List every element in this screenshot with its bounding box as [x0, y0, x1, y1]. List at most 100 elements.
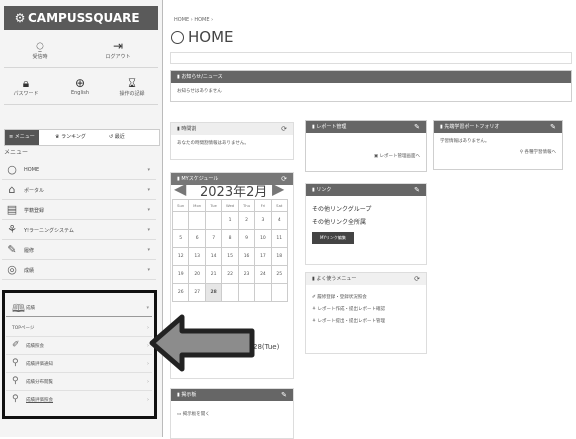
calendar-day[interactable]: 18 — [270, 247, 289, 266]
chevron-down-icon: ▾ — [147, 207, 150, 213]
logout-icon: ⇥ — [112, 39, 124, 53]
favorites-panel-title: よく使うメニュー — [316, 276, 357, 282]
nav-item-label: 成績 — [24, 268, 35, 274]
calendar-day[interactable]: 21 — [204, 265, 223, 284]
calendar-day[interactable]: 4 — [270, 211, 289, 230]
calendar-week: 26 27 28 — [171, 283, 289, 302]
calendar-day[interactable] — [221, 283, 239, 302]
calendar-day[interactable]: 2 — [237, 211, 256, 230]
calendar-day[interactable]: 12 — [171, 247, 190, 266]
nav-item-course[interactable]: ✎ 履修 ▾ — [2, 242, 156, 260]
learning-system-icon: ⚘ — [7, 223, 17, 236]
next-month-arrow-icon[interactable]: ▶ — [272, 179, 284, 198]
calendar-day[interactable]: 3 — [254, 211, 272, 230]
notice-panel-body: ▭ 掲示板を開く — [171, 401, 293, 422]
edit-icon[interactable]: ✎ — [281, 389, 287, 401]
favorite-item-label: 履修登録・登録状況照会 — [317, 295, 367, 300]
edit-icon[interactable]: ✎ — [414, 184, 420, 196]
sidebar: ⚙ CAMPUSSQUARE ⍜ 受信時 ⇥ ログアウト 🔒︎ パスワード ⊕ E… — [0, 0, 163, 437]
calendar-day[interactable]: 10 — [254, 229, 272, 248]
favorite-item[interactable]: ✐ 履修登録・登録状況照会 — [312, 294, 420, 300]
calendar-day[interactable]: 16 — [237, 247, 256, 266]
timetable-panel-body: あなたの時間割情報はありません。 — [177, 141, 249, 146]
calendar-day[interactable]: 8 — [221, 229, 239, 248]
calendar-day[interactable]: 19 — [171, 265, 190, 284]
calendar-day[interactable]: 24 — [254, 265, 272, 284]
calendar-day[interactable]: 23 — [237, 265, 256, 284]
history-button[interactable]: ⌛︎ 操作の記録 — [112, 77, 152, 98]
menu-tab-bar: ≡ メニュー ♛ ランキング ↺ 最近 — [4, 129, 160, 146]
calendar-day[interactable]: 7 — [204, 229, 223, 248]
notice-link[interactable]: 掲示板を開く — [183, 412, 210, 417]
calendar-day[interactable]: 13 — [188, 247, 206, 266]
timetable-panel-title: 時間割 — [181, 126, 197, 132]
calendar-day[interactable]: 25 — [270, 265, 289, 284]
weekday: Wed — [221, 199, 239, 212]
link-item[interactable]: その他リンク全所属 — [312, 217, 420, 226]
calendar-day[interactable] — [237, 283, 256, 302]
english-button[interactable]: ⊕ English — [62, 77, 98, 97]
edit-icon[interactable]: ✎ — [550, 121, 556, 133]
calendar-day[interactable]: 1 — [221, 211, 239, 230]
menu-heading: メニュー — [4, 149, 29, 156]
calendar-day[interactable] — [171, 211, 190, 230]
calendar-day[interactable]: 15 — [221, 247, 239, 266]
calendar-day[interactable] — [188, 211, 206, 230]
calendar-day[interactable]: 14 — [204, 247, 223, 266]
favorite-item-label: レポート提出・提出レポート管理 — [317, 319, 385, 324]
lock-icon: 🔒︎ — [22, 76, 30, 90]
calendar-day[interactable]: 9 — [237, 229, 256, 248]
calendar-day[interactable]: 11 — [270, 229, 289, 248]
calendar-day[interactable]: 28 — [204, 283, 223, 302]
calendar-day[interactable]: 27 — [188, 283, 206, 302]
report-link[interactable]: レポート管理画面へ — [380, 154, 421, 159]
tab-recent[interactable]: ↺ 最近 — [109, 130, 125, 145]
portfolio-panel-title: 先端学習ポートフォリオ — [444, 124, 500, 130]
divider — [4, 104, 158, 105]
pencil-icon: ✐ — [312, 295, 316, 300]
links-panel-header: ▮ リンク ✎ — [306, 184, 426, 196]
calendar-week: 1 2 3 4 — [171, 211, 289, 230]
edit-icon: ✎ — [7, 243, 17, 256]
tab-menu[interactable]: ≡ メニュー — [5, 130, 39, 145]
chevron-down-icon: ▾ — [147, 227, 150, 233]
edit-links-button[interactable]: MYリンク編集 — [312, 232, 354, 244]
calendar-day[interactable] — [270, 283, 289, 302]
nav-item-register[interactable]: ▤ 学籍登録 ▾ — [2, 202, 156, 220]
links-panel: ▮ リンク ✎ その他リンクグループ その他リンク全所属 MYリンク編集 — [305, 183, 427, 265]
calendar-day[interactable]: 20 — [188, 265, 206, 284]
calendar-day[interactable] — [254, 283, 272, 302]
edit-icon[interactable]: ✎ — [414, 121, 420, 133]
previous-month-arrow-icon[interactable]: ◀ — [174, 179, 186, 198]
portal-icon: ⌂ — [8, 183, 16, 196]
nav-item-label: Y!ラーニングシステム — [24, 228, 74, 234]
portfolio-link[interactable]: 各種学習情報へ — [525, 150, 557, 155]
logout-button[interactable]: ⇥ ログアウト — [98, 39, 138, 61]
nav-item-grade[interactable]: ◎ 成績 ▾ — [2, 262, 156, 280]
app-logo[interactable]: ⚙ CAMPUSSQUARE — [4, 6, 158, 30]
links-panel-body: その他リンクグループ その他リンク全所属 MYリンク編集 — [306, 196, 426, 249]
calendar-day[interactable]: 5 — [171, 229, 190, 248]
calendar-day[interactable] — [204, 211, 223, 230]
nav-item-portal[interactable]: ⌂ ポータル ▾ — [2, 182, 156, 200]
favorite-item[interactable]: ⚘ レポート作成・提出レポート確認 — [312, 306, 420, 312]
refresh-icon[interactable]: ⟳ — [281, 123, 287, 135]
favorite-item[interactable]: ⚘ レポート提出・提出レポート管理 — [312, 318, 420, 324]
weekday: Sat — [270, 199, 289, 212]
nav-item-home[interactable]: ○ HOME ▾ — [2, 162, 156, 180]
learning-system-icon: ⚘ — [312, 307, 317, 312]
portfolio-panel-body: 学習情報はありません。 — [440, 139, 490, 144]
calendar-day[interactable]: 22 — [221, 265, 239, 284]
tab-ranking[interactable]: ♛ ランキング — [55, 130, 86, 145]
user-button[interactable]: ⍜ 受信時 — [20, 40, 60, 61]
nav-item-learning-system[interactable]: ⚘ Y!ラーニングシステム ▾ — [2, 222, 156, 240]
calendar-day[interactable]: 17 — [254, 247, 272, 266]
calendar-day[interactable]: 26 — [171, 283, 190, 302]
english-label: English — [70, 90, 90, 96]
link-item[interactable]: その他リンクグループ — [312, 204, 420, 213]
circle-icon — [171, 31, 184, 44]
calendar-day[interactable]: 6 — [188, 229, 206, 248]
calendar-month: 2023年2月 — [200, 185, 268, 200]
refresh-icon[interactable]: ⟳ — [414, 273, 420, 285]
password-button[interactable]: 🔒︎ パスワード — [8, 76, 44, 98]
